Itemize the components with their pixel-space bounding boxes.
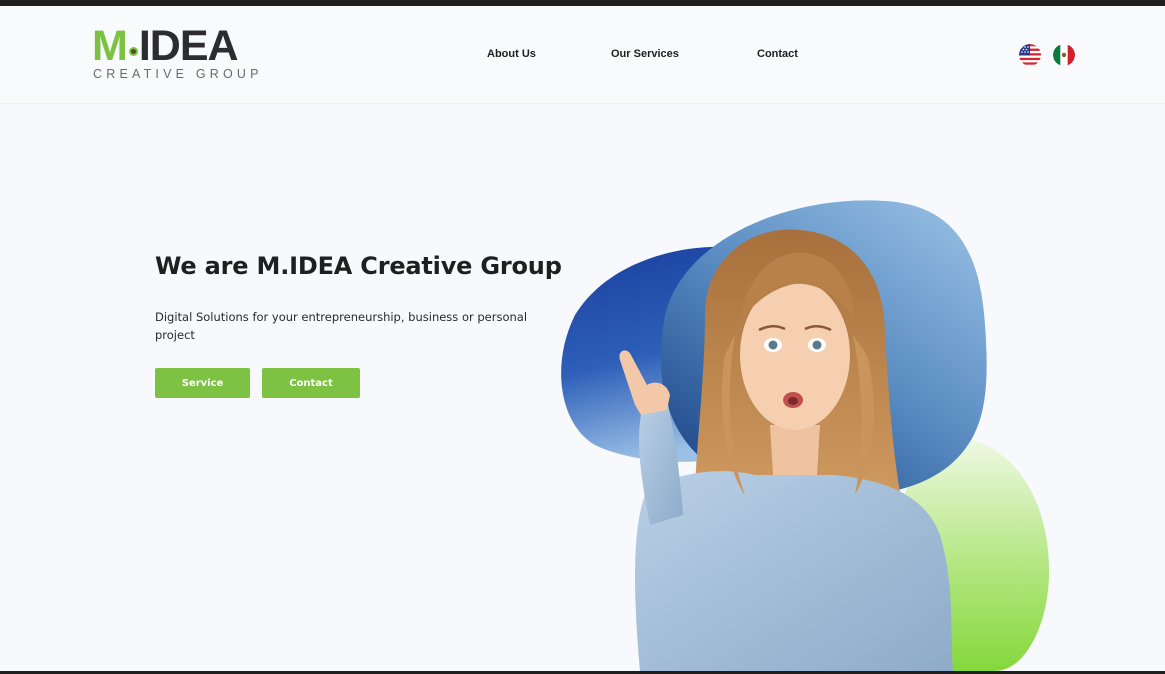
hero-subtitle: Digital Solutions for your entrepreneurs… bbox=[155, 310, 528, 342]
contact-button[interactable]: Contact bbox=[262, 368, 360, 398]
mexico-flag-icon[interactable] bbox=[1053, 44, 1075, 66]
hero-title: We are M.IDEA Creative Group bbox=[155, 252, 562, 280]
brand-logo[interactable]: M IDEA CREATIVE GROUP bbox=[92, 22, 267, 84]
us-flag-icon[interactable] bbox=[1019, 44, 1041, 66]
nav-contact[interactable]: Contact bbox=[757, 48, 798, 60]
site-header: M IDEA CREATIVE GROUP About Us Our Servic… bbox=[0, 6, 1165, 104]
nav-about-us[interactable]: About Us bbox=[487, 48, 536, 60]
logo-tagline: CREATIVE GROUP bbox=[93, 67, 263, 81]
service-button[interactable]: Service bbox=[155, 368, 250, 398]
logo-wordmark: M IDEA bbox=[92, 22, 239, 70]
logo-letter-m: M bbox=[92, 22, 128, 70]
hero-illustration bbox=[555, 195, 1055, 671]
nav-our-services[interactable]: Our Services bbox=[611, 48, 679, 60]
logo-word-idea: IDEA bbox=[138, 22, 239, 70]
logo-dot-icon bbox=[128, 47, 138, 56]
